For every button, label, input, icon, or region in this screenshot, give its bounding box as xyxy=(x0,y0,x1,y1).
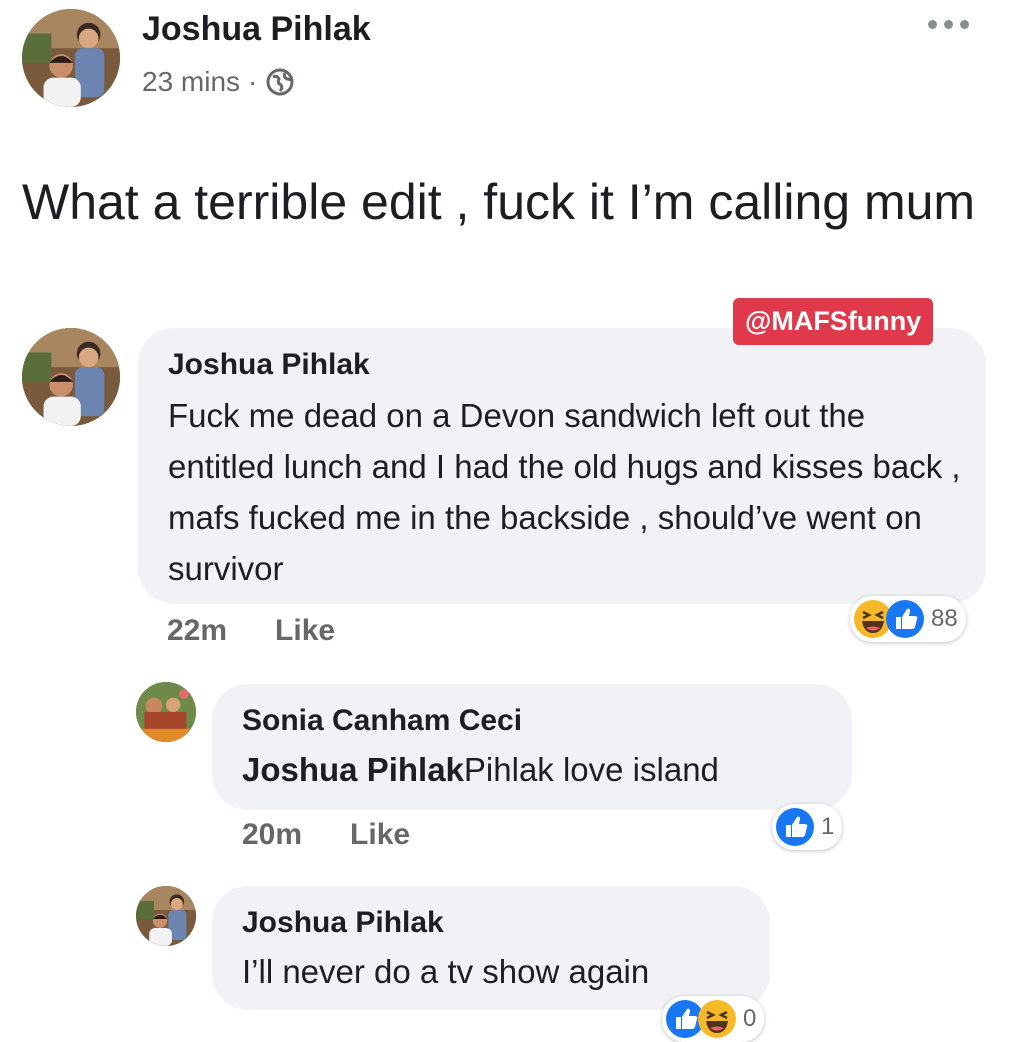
reply-reaction-count: 0 xyxy=(743,1005,757,1032)
mention-link[interactable]: Joshua Pihlak xyxy=(242,751,464,788)
reply-author-avatar[interactable] xyxy=(136,682,196,742)
comment-author-name[interactable]: Joshua Pihlak xyxy=(168,348,370,382)
reply-author-name[interactable]: Sonia Canham Ceci xyxy=(242,704,522,738)
reply-text: I’ll never do a tv show again xyxy=(242,953,650,990)
comment-text: Fuck me dead on a Devon sandwich left ou… xyxy=(168,397,961,587)
globe-icon xyxy=(265,67,295,97)
reply-text-body: Pihlak love island xyxy=(463,751,719,788)
post-time[interactable]: 23 mins xyxy=(142,66,240,98)
post-author-avatar[interactable] xyxy=(22,9,120,107)
like-button[interactable]: Like xyxy=(275,614,335,648)
more-options-icon[interactable] xyxy=(928,20,969,29)
reply-bubble: Sonia Canham Ceci Joshua PihlakPihlak lo… xyxy=(212,684,852,810)
reply-bubble: Joshua Pihlak I’ll never do a tv show ag… xyxy=(212,886,770,1010)
reaction-count: 88 xyxy=(931,605,958,632)
comment-bubble: Joshua Pihlak Fuck me dead on a Devon sa… xyxy=(138,328,986,604)
post-author-name[interactable]: Joshua Pihlak xyxy=(142,10,371,49)
reply-time[interactable]: 20m xyxy=(242,818,302,852)
reply-like-button[interactable]: Like xyxy=(350,818,410,852)
reply-reaction-count: 1 xyxy=(821,813,835,840)
reply-author-avatar[interactable] xyxy=(136,886,196,946)
haha-icon xyxy=(697,999,737,1039)
reaction-summary[interactable]: 88 xyxy=(850,596,966,642)
watermark-badge: @MAFSfunny xyxy=(733,298,934,345)
like-icon xyxy=(885,599,925,639)
comment-author-avatar[interactable] xyxy=(22,328,120,426)
reply-actions: 20m Like xyxy=(242,818,410,852)
comment-time[interactable]: 22m xyxy=(167,614,227,648)
post-meta: 23 mins · xyxy=(142,66,295,98)
meta-separator: · xyxy=(248,66,258,97)
reply-text: Joshua PihlakPihlak love island xyxy=(242,744,719,795)
post-text: What a terrible edit , fuck it I’m calli… xyxy=(22,174,976,230)
reply-reaction-summary[interactable]: 1 xyxy=(772,804,843,850)
like-icon xyxy=(775,807,815,847)
reply-author-name[interactable]: Joshua Pihlak xyxy=(242,906,444,940)
reply-reaction-summary[interactable]: 0 xyxy=(662,996,765,1042)
comment-actions: 22m Like xyxy=(167,614,335,648)
